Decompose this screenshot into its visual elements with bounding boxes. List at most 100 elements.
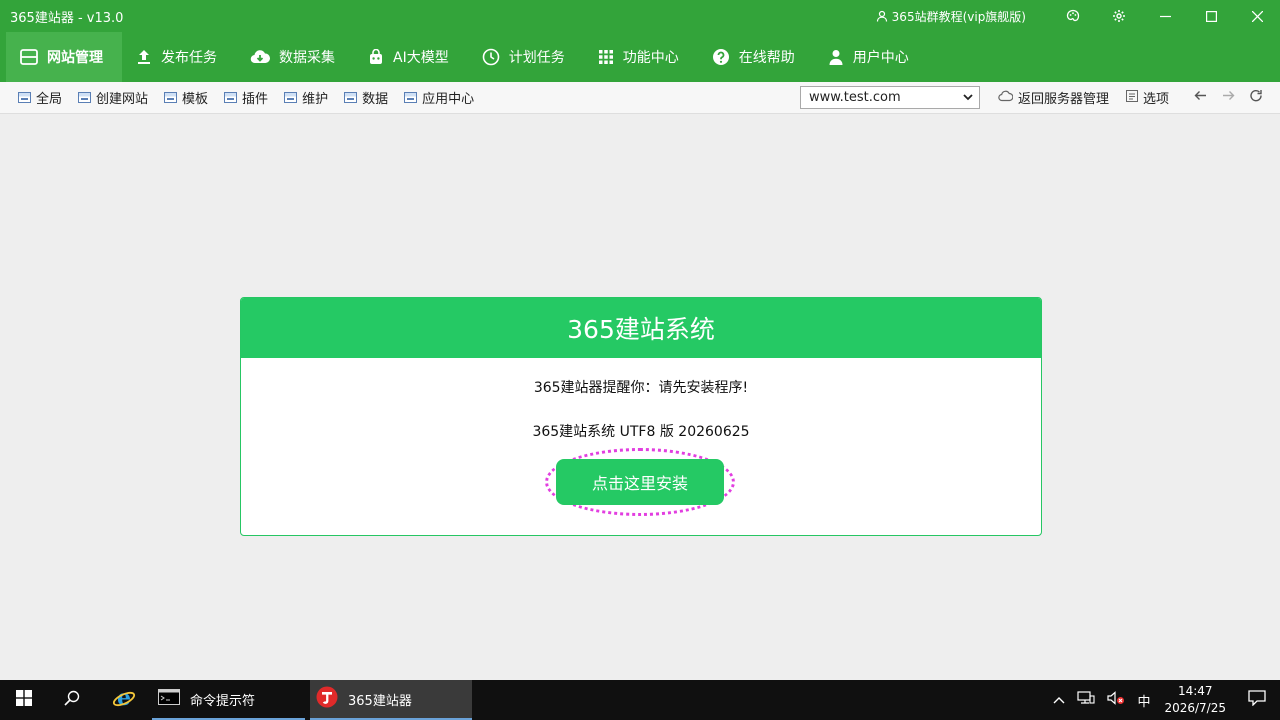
clock-date: 2026/7/25 bbox=[1164, 701, 1226, 715]
window-mini-icon bbox=[78, 92, 92, 103]
refresh-button[interactable] bbox=[1242, 84, 1270, 112]
tool-label: 创建网站 bbox=[96, 92, 149, 107]
volume-button[interactable] bbox=[1101, 680, 1131, 720]
clock[interactable]: 14:47 2026/7/25 bbox=[1156, 683, 1236, 717]
tray-overflow-button[interactable] bbox=[1047, 680, 1071, 720]
back-to-server-label: 返回服务器管理 bbox=[1017, 92, 1109, 107]
terminal-icon bbox=[158, 689, 180, 709]
svg-text:e: e bbox=[117, 686, 131, 710]
app-logo-icon bbox=[316, 686, 338, 712]
nav-scheduled-task[interactable]: 计划任务 bbox=[468, 32, 584, 82]
cloud-download-icon bbox=[250, 49, 270, 65]
internet-explorer-icon: e bbox=[112, 685, 136, 714]
notification-button[interactable] bbox=[1236, 680, 1280, 720]
maximize-button[interactable] bbox=[1188, 0, 1234, 32]
tutorial-link[interactable]: 365站群教程(vip旗舰版) bbox=[876, 8, 1026, 25]
window-mini-icon bbox=[284, 92, 298, 103]
nav-online-help[interactable]: 在线帮助 bbox=[698, 32, 814, 82]
nav-publish-task[interactable]: 发布任务 bbox=[122, 32, 236, 82]
user-outline-icon bbox=[876, 10, 888, 22]
nav-data-collection[interactable]: 数据采集 bbox=[236, 32, 354, 82]
settings-button[interactable] bbox=[1096, 0, 1142, 32]
install-button[interactable]: 点击这里安装 bbox=[556, 459, 724, 505]
nav-label: AI大模型 bbox=[393, 50, 449, 66]
gear-icon bbox=[1112, 9, 1126, 23]
tool-label: 应用中心 bbox=[422, 92, 475, 107]
taskbar: e 命令提示符 365建站器 中 14:47 2026/7/25 bbox=[0, 680, 1280, 720]
nav-label: 在线帮助 bbox=[738, 50, 795, 66]
taskbar-app-label: 命令提示符 bbox=[190, 693, 256, 709]
taskbar-app-365[interactable]: 365建站器 bbox=[310, 680, 472, 720]
help-icon bbox=[712, 48, 730, 66]
window-icon bbox=[20, 49, 38, 65]
nav-label: 用户中心 bbox=[852, 50, 909, 66]
nav-function-center[interactable]: 功能中心 bbox=[584, 32, 698, 82]
network-icon bbox=[1077, 691, 1096, 709]
tool-create-site[interactable]: 创建网站 bbox=[78, 88, 148, 107]
site-select-value: www.test.com bbox=[808, 90, 901, 105]
cloud-icon bbox=[998, 90, 1014, 106]
window-mini-icon bbox=[164, 92, 178, 103]
tool-label: 全局 bbox=[36, 92, 63, 107]
tool-app-center[interactable]: 应用中心 bbox=[404, 88, 474, 107]
close-icon bbox=[1251, 10, 1263, 22]
skin-button[interactable] bbox=[1050, 0, 1096, 32]
install-highlight: 点击这里安装 bbox=[545, 448, 735, 516]
start-button[interactable] bbox=[0, 680, 48, 720]
minimize-icon bbox=[1159, 11, 1171, 22]
minimize-button[interactable] bbox=[1142, 0, 1188, 32]
nav-label: 功能中心 bbox=[622, 50, 679, 66]
ime-indicator[interactable]: 中 bbox=[1131, 680, 1156, 720]
list-icon bbox=[1125, 89, 1138, 106]
clock-icon bbox=[482, 48, 500, 66]
options-label: 选项 bbox=[1142, 92, 1169, 107]
ie-button[interactable]: e bbox=[96, 680, 152, 720]
taskbar-app-cmd[interactable]: 命令提示符 bbox=[152, 680, 305, 720]
tool-global[interactable]: 全局 bbox=[18, 88, 62, 107]
chevron-up-icon bbox=[1053, 693, 1065, 708]
window-mini-icon bbox=[18, 92, 31, 103]
sub-toolbar: 全局 创建网站 模板 插件 维护 数据 应用中心 www.test.com 返回… bbox=[0, 82, 1280, 114]
back-button[interactable] bbox=[1186, 84, 1214, 112]
nav-user-center[interactable]: 用户中心 bbox=[814, 32, 928, 82]
tool-plugin[interactable]: 插件 bbox=[224, 88, 268, 107]
tool-label: 数据 bbox=[362, 92, 389, 107]
back-to-server-button[interactable]: 返回服务器管理 bbox=[998, 88, 1109, 107]
forward-button[interactable] bbox=[1214, 84, 1242, 112]
main-nav: 网站管理 发布任务 数据采集 AI大模型 计划任务 功能中心 在线帮助 用户中心 bbox=[0, 32, 1280, 82]
nav-ai-model[interactable]: AI大模型 bbox=[354, 32, 468, 82]
volume-muted-icon bbox=[1107, 691, 1125, 709]
refresh-icon bbox=[1249, 89, 1263, 107]
palette-icon bbox=[1066, 9, 1080, 23]
search-icon bbox=[64, 690, 80, 710]
nav-label: 数据采集 bbox=[279, 50, 335, 66]
tool-label: 维护 bbox=[302, 92, 329, 107]
options-button[interactable]: 选项 bbox=[1125, 88, 1169, 107]
nav-label: 计划任务 bbox=[508, 50, 565, 66]
nav-website-management[interactable]: 网站管理 bbox=[6, 32, 122, 82]
app-title: 365建站器 - v13.0 bbox=[10, 10, 124, 26]
tool-maintenance[interactable]: 维护 bbox=[284, 88, 328, 107]
clock-time: 14:47 bbox=[1177, 684, 1213, 698]
maximize-icon bbox=[1205, 10, 1217, 22]
tool-data[interactable]: 数据 bbox=[344, 88, 388, 107]
tool-label: 模板 bbox=[182, 92, 209, 107]
tool-template[interactable]: 模板 bbox=[164, 88, 208, 107]
search-button[interactable] bbox=[48, 680, 96, 720]
tool-label: 插件 bbox=[242, 92, 269, 107]
arrow-right-icon bbox=[1222, 90, 1235, 105]
window-mini-icon bbox=[404, 92, 418, 103]
version-text: 365建站系统 UTF8 版 20260625 bbox=[532, 424, 750, 440]
taskbar-app-label: 365建站器 bbox=[348, 693, 412, 709]
site-select[interactable]: www.test.com bbox=[799, 86, 980, 109]
nav-label: 发布任务 bbox=[161, 50, 217, 66]
window-mini-icon bbox=[224, 92, 238, 103]
nav-label: 网站管理 bbox=[47, 50, 103, 66]
upload-icon bbox=[136, 49, 152, 65]
install-card: 365建站系统 365建站器提醒你：请先安装程序! 365建站系统 UTF8 版… bbox=[240, 297, 1042, 536]
close-button[interactable] bbox=[1234, 0, 1280, 32]
network-button[interactable] bbox=[1071, 680, 1101, 720]
arrow-left-icon bbox=[1194, 90, 1207, 105]
tutorial-label: 365站群教程(vip旗舰版) bbox=[891, 9, 1026, 24]
system-tray: 中 14:47 2026/7/25 bbox=[1047, 680, 1280, 720]
